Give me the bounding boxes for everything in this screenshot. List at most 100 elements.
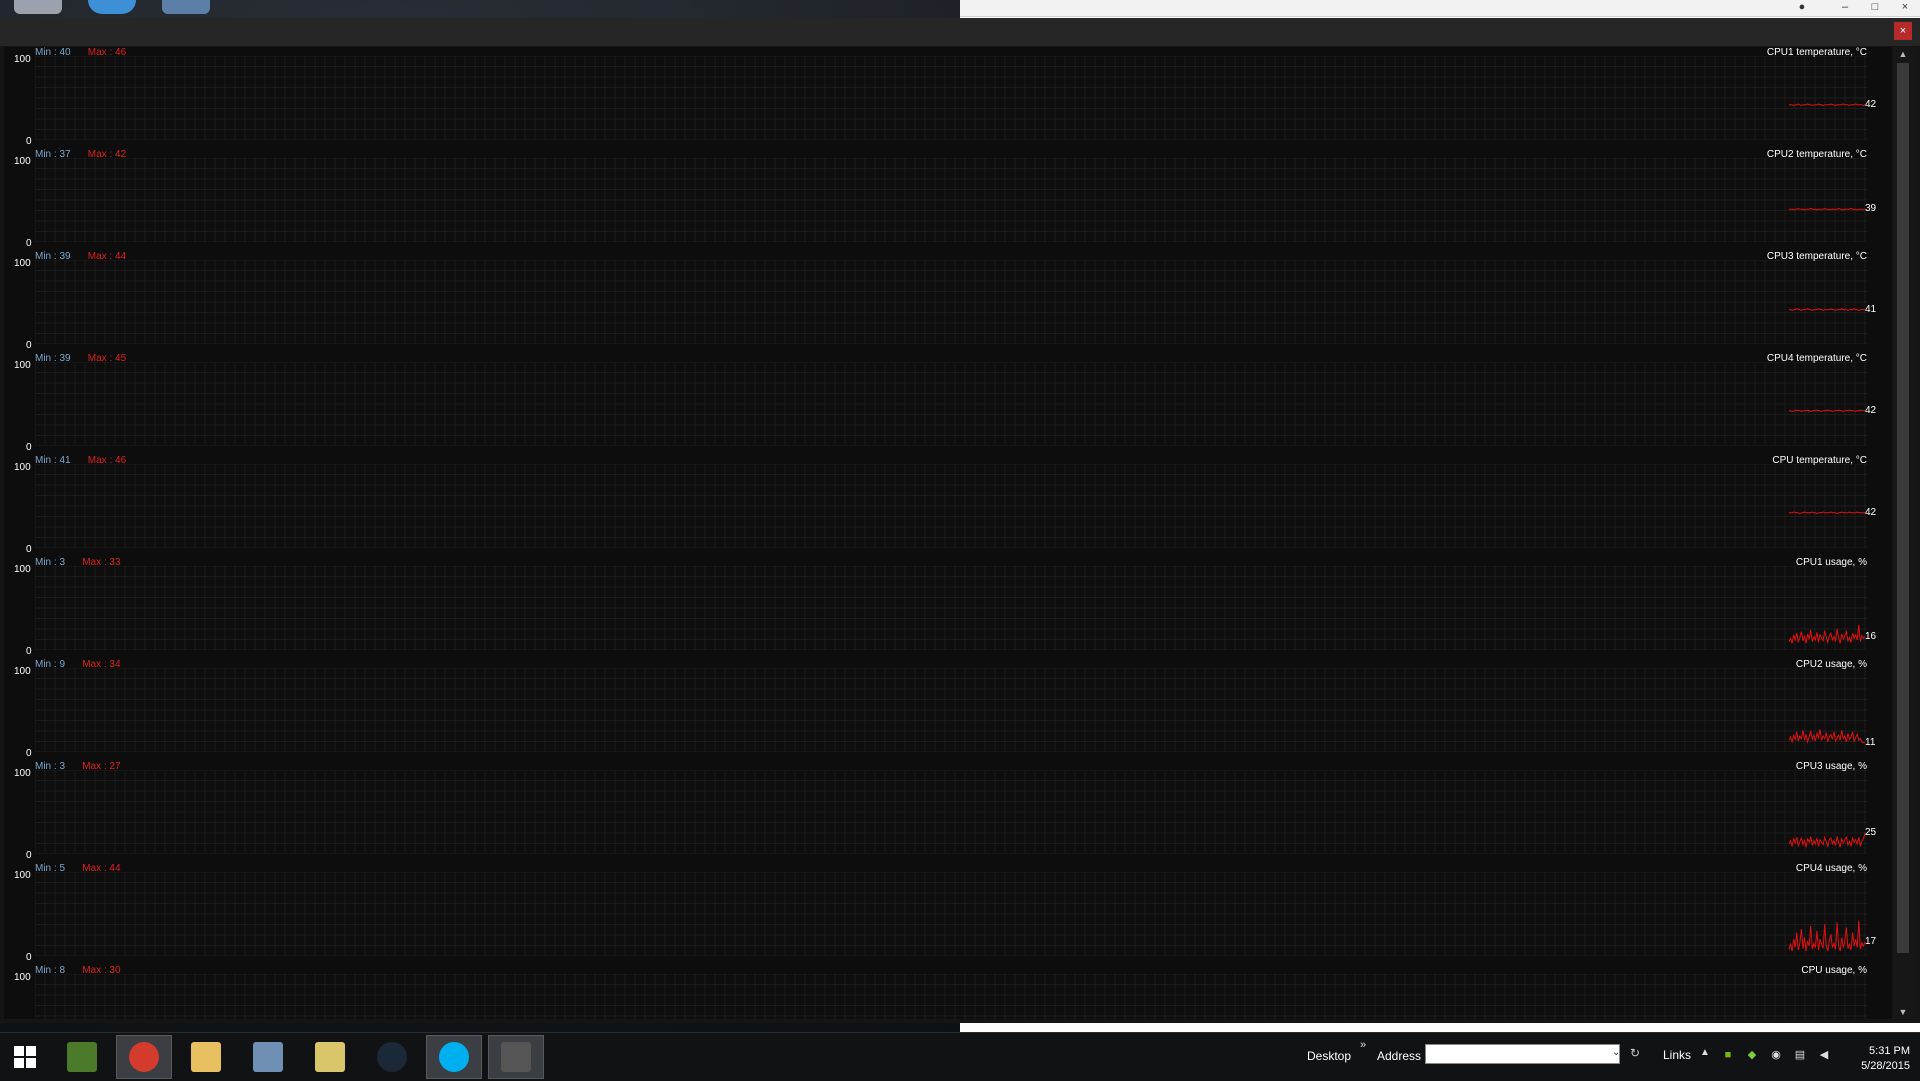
graph-panel[interactable]: 100 0 Min : 40 Max : 46 CPU1 temperature, °C…	[4, 47, 1892, 149]
steam-icon	[377, 1042, 407, 1072]
graph-canvas	[35, 158, 1867, 242]
msi-afterburner-icon	[501, 1042, 531, 1072]
graph-max-value: Max : 30	[82, 965, 121, 976]
y-axis-min-label: 0	[26, 238, 32, 249]
graph-min-value: Min : 8	[35, 965, 66, 976]
graph-current-value: 25	[1865, 827, 1877, 838]
scroll-thumb[interactable]	[1897, 63, 1909, 953]
globe-icon[interactable]	[88, 0, 136, 14]
graph-canvas	[35, 770, 1867, 854]
folder-icon	[315, 1042, 345, 1072]
graph-panel[interactable]: 100 0 Min : 9 Max : 34 CPU2 usage, % 11	[4, 659, 1892, 761]
skype-icon	[439, 1042, 469, 1072]
graph-max-value: Max : 44	[82, 863, 121, 874]
y-axis-max-label: 100	[14, 258, 31, 269]
graph-title: CPU usage, %	[1801, 965, 1867, 976]
graph-title: CPU1 temperature, °C	[1766, 47, 1867, 58]
graph-canvas	[35, 56, 1867, 140]
desktop-icons-row	[0, 0, 960, 16]
links-toolbar-label[interactable]: Links	[1663, 1048, 1691, 1062]
graph-min-value: Min : 9	[35, 659, 66, 670]
maximize-button[interactable]: □	[1860, 0, 1890, 14]
graph-min-value: Min : 5	[35, 863, 66, 874]
graph-panel[interactable]: 100 0 Min : 5 Max : 44 CPU4 usage, % 17	[4, 863, 1892, 965]
graph-canvas	[35, 566, 1867, 650]
close-button[interactable]: ×	[1890, 0, 1920, 14]
y-axis-min-label: 0	[26, 136, 32, 147]
steam-tray-icon[interactable]: ◉	[1768, 1047, 1784, 1063]
graph-max-value: Max : 45	[87, 353, 127, 364]
graph-canvas	[35, 872, 1867, 956]
taskbar-steam-button[interactable]	[364, 1035, 420, 1079]
graph-max-value: Max : 27	[82, 761, 121, 772]
graph-panel[interactable]: 100 0 Min : 39 Max : 45 CPU4 temperature, °C…	[4, 353, 1892, 455]
address-input[interactable]	[1425, 1044, 1620, 1064]
razer-icon[interactable]: ◆	[1744, 1047, 1760, 1063]
graph-canvas	[35, 464, 1867, 548]
y-axis-max-label: 100	[14, 768, 31, 779]
taskbar-calculator-button[interactable]	[240, 1035, 296, 1079]
graph-current-value: 42	[1865, 98, 1877, 110]
clock-time[interactable]: 5:31 PM	[1840, 1045, 1910, 1057]
show-hidden-icons-icon[interactable]: ▲	[1700, 1047, 1710, 1058]
taskbar-chrome-button[interactable]	[116, 1035, 172, 1079]
hardware-monitor-window: × 100 0 Min : 40 Max : 46 CPU1 temperature, …	[0, 18, 1920, 1023]
taskbar-minecraft-button[interactable]	[54, 1035, 110, 1079]
toolbar-expand-chevron-icon[interactable]: »	[1360, 1039, 1366, 1051]
shortcut-icon[interactable]	[162, 0, 210, 14]
taskbar-msi-afterburner-button[interactable]	[488, 1035, 544, 1079]
graph-max-value: Max : 33	[82, 557, 121, 568]
volume-icon[interactable]: ◀	[1816, 1047, 1832, 1063]
graph-title: CPU2 temperature, °C	[1766, 149, 1867, 160]
graph-title: CPU2 usage, %	[1795, 659, 1867, 670]
graph-title: CPU4 temperature, °C	[1766, 353, 1867, 364]
clock-date[interactable]: 5/28/2015	[1840, 1060, 1910, 1072]
taskbar-folder-button[interactable]	[302, 1035, 358, 1079]
graph-panel[interactable]: 100 0 Min : 3 Max : 33 CPU1 usage, % 16	[4, 557, 1892, 659]
graph-max-value: Max : 46	[87, 455, 127, 466]
taskbar: Desktop » Address ⌄ ↻ Links ▲ ■ ◆ ◉ ▤ ◀ …	[0, 1032, 1920, 1081]
network-icon[interactable]: ▤	[1792, 1047, 1808, 1063]
graph-panel[interactable]: 100 0 Min : 41 Max : 46 CPU temperature, °C 4…	[4, 455, 1892, 557]
graph-title: CPU3 usage, %	[1795, 761, 1867, 772]
y-axis-min-label: 0	[26, 340, 32, 351]
nvidia-icon[interactable]: ■	[1720, 1047, 1736, 1063]
start-button[interactable]	[0, 1035, 50, 1079]
graph-min-value: Min : 39	[35, 353, 71, 364]
graph-panel[interactable]: 100 0 Min : 3 Max : 27 CPU3 usage, % 25	[4, 761, 1892, 863]
graph-canvas	[35, 668, 1867, 752]
y-axis-min-label: 0	[26, 850, 32, 861]
address-dropdown-icon[interactable]: ⌄	[1612, 1047, 1620, 1058]
graph-panel[interactable]: 100 0 Min : 37 Max : 42 CPU2 temperature, °C…	[4, 149, 1892, 251]
monitor-close-button[interactable]: ×	[1894, 22, 1912, 40]
graph-title: CPU temperature, °C	[1772, 455, 1867, 466]
graph-min-value: Min : 39	[35, 251, 71, 262]
graph-current-value: 17	[1865, 935, 1877, 947]
scroll-down-arrow-icon[interactable]: ▼	[1893, 1005, 1913, 1019]
file-explorer-icon	[191, 1042, 221, 1072]
windows-logo-icon	[14, 1046, 36, 1068]
graph-max-value: Max : 44	[87, 251, 127, 262]
y-axis-max-label: 100	[14, 54, 31, 65]
graph-panel[interactable]: 100 0 Min : 39 Max : 44 CPU3 temperature, °C…	[4, 251, 1892, 353]
graph-canvas	[35, 362, 1867, 446]
desktop-toolbar-label[interactable]: Desktop	[1307, 1049, 1351, 1063]
y-axis-max-label: 100	[14, 156, 31, 167]
monitor-titlebar[interactable]: ×	[0, 18, 1920, 46]
taskbar-file-explorer-button[interactable]	[178, 1035, 234, 1079]
graph-max-value: Max : 42	[87, 149, 127, 160]
calculator-icon	[253, 1042, 283, 1072]
refresh-icon[interactable]: ↻	[1630, 1046, 1640, 1060]
graph-min-value: Min : 37	[35, 149, 71, 160]
y-axis-min-label: 0	[26, 544, 32, 555]
y-axis-max-label: 100	[14, 666, 31, 677]
minimize-button[interactable]: –	[1830, 0, 1860, 14]
graph-panel[interactable]: 100 Min : 8 Max : 30 CPU usage, %	[4, 965, 1892, 1019]
user-icon[interactable]: ●	[1787, 0, 1817, 14]
graph-canvas	[35, 260, 1867, 344]
recycle-bin-icon[interactable]	[14, 0, 62, 14]
graphs-scrollbar[interactable]: ▲ ▼	[1893, 47, 1913, 1019]
graphs-area[interactable]: 100 0 Min : 40 Max : 46 CPU1 temperature, °C…	[4, 47, 1892, 1019]
taskbar-skype-button[interactable]	[426, 1035, 482, 1079]
scroll-up-arrow-icon[interactable]: ▲	[1893, 47, 1913, 61]
